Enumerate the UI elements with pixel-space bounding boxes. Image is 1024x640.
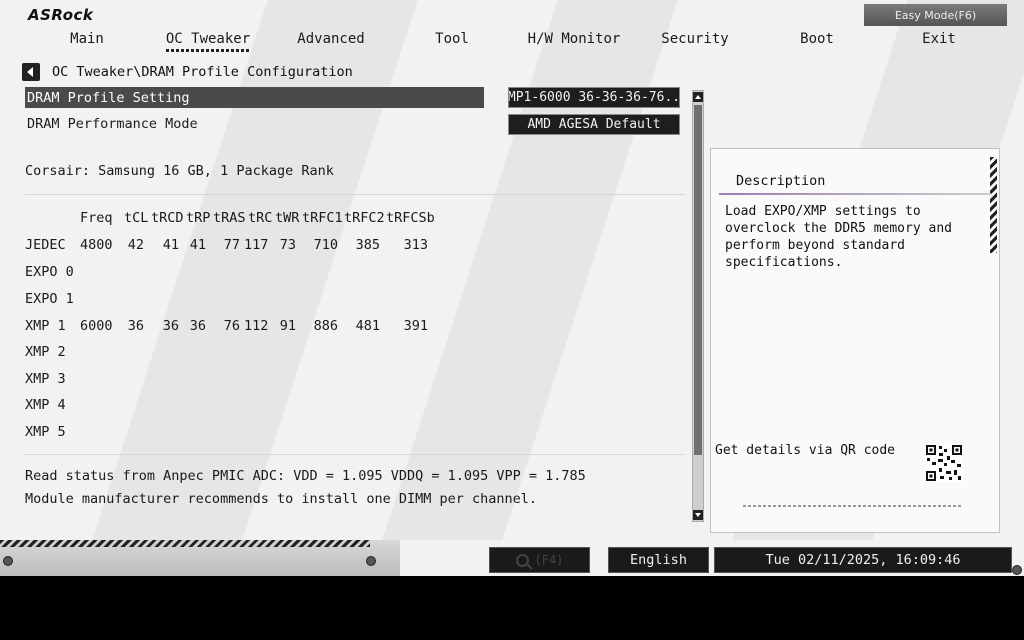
screw-icon	[3, 556, 13, 566]
row-label: XMP 4	[25, 397, 66, 413]
breadcrumb: OC Tweaker\DRAM Profile Configuration	[22, 62, 353, 82]
table-cell: 77	[223, 237, 240, 253]
tab-security[interactable]: Security	[661, 31, 728, 47]
table-cell: 36	[189, 318, 206, 334]
back-arrow-icon[interactable]	[22, 63, 40, 81]
qr-label: Get details via QR code	[715, 443, 896, 458]
table-cell: 710	[313, 237, 338, 253]
column-header: tRCD	[151, 210, 184, 226]
screw-icon	[366, 556, 376, 566]
scroll-thumb[interactable]	[694, 105, 702, 455]
row-label: XMP 2	[25, 344, 66, 360]
table-cell: 886	[313, 318, 338, 334]
title-underline	[719, 193, 991, 195]
table-cell: 91	[279, 318, 296, 334]
asrock-logo: ASRock	[28, 6, 94, 24]
column-header: tRAS	[213, 210, 246, 226]
row-label: JEDEC	[25, 237, 66, 253]
column-header: tRC	[248, 210, 273, 226]
table-cell: 73	[279, 237, 296, 253]
search-shortcut: (F4)	[534, 553, 564, 567]
table-cell: 41	[189, 237, 206, 253]
tab-exit[interactable]: Exit	[922, 31, 956, 47]
table-cell: 391	[403, 318, 428, 334]
tab-main[interactable]: Main	[70, 31, 104, 47]
main-nav: Main OC Tweaker Advanced Tool H/W Monito…	[0, 31, 1024, 53]
tab-oc-tweaker[interactable]: OC Tweaker	[165, 31, 251, 52]
divider	[25, 194, 685, 195]
description-title: Description	[736, 173, 826, 189]
tab-tool[interactable]: Tool	[435, 31, 469, 47]
pmic-status: Read status from Anpec PMIC ADC: VDD = 1…	[25, 468, 586, 484]
table-cell: 112	[244, 318, 269, 334]
table-cell: 117	[244, 237, 269, 253]
divider	[25, 454, 685, 455]
table-cell: 36	[162, 318, 179, 334]
row-label: XMP 1	[25, 318, 66, 334]
scrollbar[interactable]	[692, 90, 704, 522]
column-header: tWR	[275, 210, 300, 226]
divider	[743, 505, 963, 507]
scroll-up-icon[interactable]	[693, 92, 703, 102]
setting-label: DRAM Performance Mode	[27, 115, 198, 132]
description-body: Load EXPO/XMP settings to overclock the …	[725, 204, 952, 270]
table-cell: 76	[223, 318, 240, 334]
tab-advanced[interactable]: Advanced	[297, 31, 364, 47]
column-header: tRP	[186, 210, 211, 226]
column-header: Freq	[80, 210, 113, 226]
bios-screen: ASRock Easy Mode(F6) Main OC Tweaker Adv…	[0, 0, 1024, 576]
search-button[interactable]: (F4)	[489, 547, 590, 573]
table-cell: 481	[355, 318, 380, 334]
setting-dram-performance-mode[interactable]: DRAM Performance Mode	[25, 113, 198, 134]
background-stripe	[382, 0, 678, 540]
table-cell: 6000	[80, 318, 113, 334]
dimm-recommendation: Module manufacturer recommends to instal…	[25, 491, 538, 507]
qr-code-icon[interactable]	[925, 444, 963, 482]
row-label: EXPO 0	[25, 264, 74, 280]
column-header: tRFC1	[302, 210, 343, 226]
tab-boot[interactable]: Boot	[800, 31, 834, 47]
hatch-decoration	[990, 157, 997, 253]
setting-label: DRAM Profile Setting	[27, 89, 190, 106]
search-icon	[515, 553, 529, 567]
setting-dram-profile[interactable]: DRAM Profile Setting	[25, 87, 484, 108]
table-cell: 42	[127, 237, 144, 253]
column-header: tRFCSb	[386, 210, 435, 226]
language-button[interactable]: English	[608, 547, 709, 573]
table-cell: 313	[403, 237, 428, 253]
screw-icon	[1012, 565, 1022, 575]
description-panel: Description Load EXPO/XMP settings to ov…	[710, 148, 1000, 533]
row-label: XMP 3	[25, 371, 66, 387]
table-cell: 385	[355, 237, 380, 253]
table-cell: 36	[127, 318, 144, 334]
column-header: tCL	[124, 210, 149, 226]
easy-mode-button[interactable]: Easy Mode(F6)	[864, 4, 1007, 26]
hatch-decoration	[0, 540, 370, 547]
breadcrumb-path: OC Tweaker\DRAM Profile Configuration	[52, 64, 353, 80]
tab-hw-monitor[interactable]: H/W Monitor	[528, 31, 621, 47]
dram-performance-mode-value[interactable]: AMD AGESA Default	[508, 114, 680, 135]
column-header: tRFC2	[344, 210, 385, 226]
dram-profile-value[interactable]: XMP1-6000 36-36-36-76...	[508, 87, 680, 108]
datetime-display[interactable]: Tue 02/11/2025, 16:09:46	[714, 547, 1012, 573]
scroll-down-icon[interactable]	[693, 510, 703, 520]
table-cell: 41	[162, 237, 179, 253]
row-label: EXPO 1	[25, 291, 74, 307]
table-cell: 4800	[80, 237, 113, 253]
module-info: Corsair: Samsung 16 GB, 1 Package Rank	[25, 163, 334, 179]
row-label: XMP 5	[25, 424, 66, 440]
